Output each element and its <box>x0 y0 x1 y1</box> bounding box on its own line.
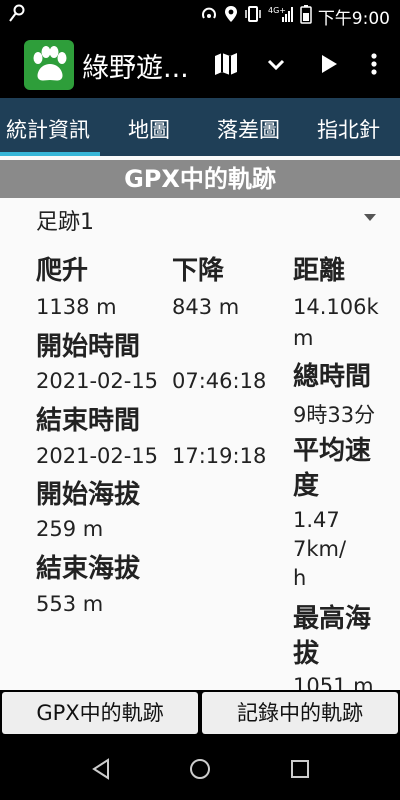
statistics-panel: GPX中的軌跡 足跡1 爬升 1138 m 開始時間 2021-02-15 結束… <box>0 156 400 690</box>
start-time-value: 07:46:18 <box>172 369 267 393</box>
tab-statistics[interactable]: 統計資訊 <box>6 114 90 144</box>
end-date-value: 2021-02-15 <box>36 444 159 468</box>
end-time-label: 結束時間 <box>36 406 141 436</box>
max-altitude-label-line2: 拔 <box>293 639 320 669</box>
paw-logo-icon <box>24 40 74 90</box>
4g-signal-icon: 4G+ <box>268 5 294 28</box>
distance-value-line2: m <box>293 326 314 350</box>
avg-speed-value-line1: 1.47 <box>293 508 340 532</box>
tab-compass[interactable]: 指北針 <box>317 114 380 144</box>
app-title: 綠野遊... <box>82 53 189 84</box>
back-icon[interactable] <box>88 756 114 782</box>
bottom-button-bar: GPX中的軌跡 記錄中的軌跡 <box>0 690 400 736</box>
location-icon <box>224 5 238 28</box>
total-time-value: 9時33分 <box>293 403 376 427</box>
map-icon[interactable] <box>212 50 242 80</box>
distance-value-line1: 14.106k <box>293 295 379 319</box>
tab-elevation-chart[interactable]: 落差圖 <box>217 114 280 144</box>
descent-value: 843 m <box>172 295 240 319</box>
home-icon[interactable] <box>187 756 213 782</box>
status-icons: 4G+ 下午9:00 <box>200 4 390 29</box>
recording-track-button[interactable]: 記錄中的軌跡 <box>202 692 398 734</box>
start-altitude-label: 開始海拔 <box>36 480 141 510</box>
chevron-down-icon[interactable] <box>262 50 292 80</box>
total-time-label: 總時間 <box>293 362 372 392</box>
start-date-value: 2021-02-15 <box>36 369 159 393</box>
section-title: GPX中的軌跡 <box>0 160 400 198</box>
more-vert-icon[interactable] <box>360 50 390 80</box>
end-altitude-value: 553 m <box>36 592 104 616</box>
avg-speed-label-line1: 平均速 <box>293 436 372 466</box>
battery-icon <box>300 4 312 29</box>
end-altitude-label: 結束海拔 <box>36 554 141 584</box>
descent-label: 下降 <box>172 256 225 286</box>
recents-icon[interactable] <box>287 756 313 782</box>
climb-value: 1138 m <box>36 295 117 319</box>
track-selector-value: 足跡1 <box>36 210 94 235</box>
play-icon[interactable] <box>314 50 344 80</box>
gpx-track-button[interactable]: GPX中的軌跡 <box>2 692 198 734</box>
avg-speed-label-line2: 度 <box>293 471 320 501</box>
tab-bar: 統計資訊 地圖 落差圖 指北針 <box>0 98 400 156</box>
max-altitude-value: 1051 m <box>293 674 374 690</box>
avg-speed-value-line2: 7km/ <box>293 537 347 561</box>
app-bar: 綠野遊... <box>0 32 400 98</box>
start-time-label: 開始時間 <box>36 332 141 362</box>
climb-label: 爬升 <box>36 256 89 286</box>
status-time: 下午9:00 <box>317 9 390 29</box>
start-altitude-value: 259 m <box>36 517 104 541</box>
dropdown-arrow-icon <box>364 214 376 221</box>
system-nav-bar <box>0 736 400 800</box>
distance-label: 距離 <box>293 256 346 286</box>
end-time-value: 17:19:18 <box>172 444 267 468</box>
status-bar: 4G+ 下午9:00 <box>0 0 400 32</box>
hotspot-icon <box>200 5 218 28</box>
track-selector[interactable]: 足跡1 <box>36 202 382 236</box>
max-altitude-label-line1: 最高海 <box>293 604 372 634</box>
svg-text:4G+: 4G+ <box>268 6 286 15</box>
avg-speed-value-line3: h <box>293 566 307 590</box>
tab-map[interactable]: 地圖 <box>128 114 170 144</box>
key-icon <box>8 4 26 29</box>
vibrate-icon <box>244 5 262 28</box>
